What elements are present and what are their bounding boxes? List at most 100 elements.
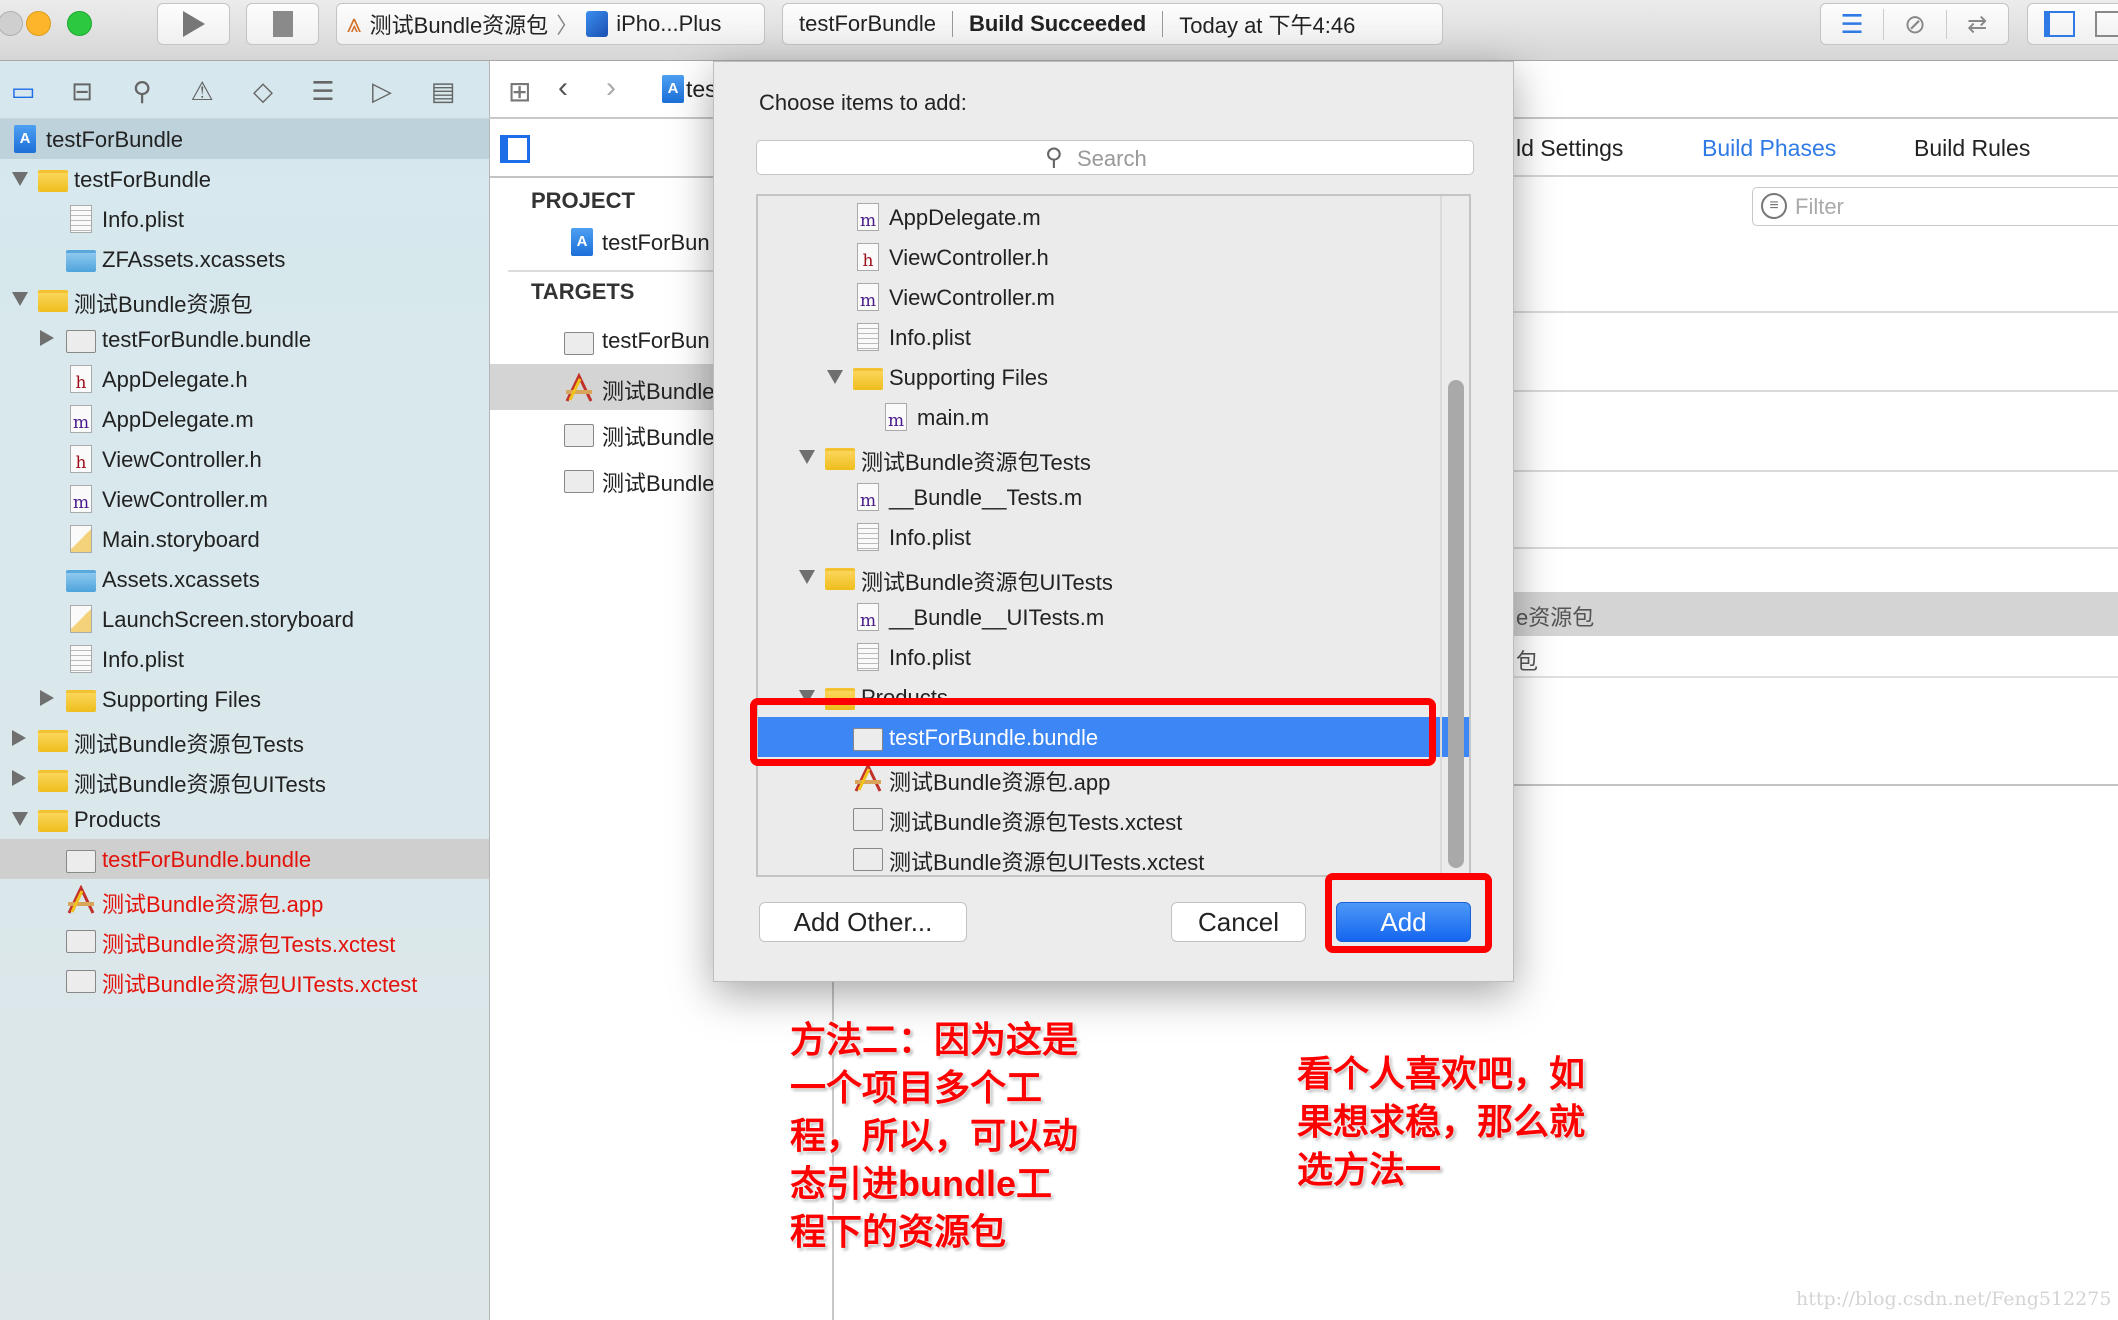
- show-targets-list-icon[interactable]: [500, 135, 530, 163]
- disclosure-expanded-icon[interactable]: [12, 292, 28, 306]
- sidebar-tree-item[interactable]: 测试Bundle资源包Tests: [0, 719, 489, 759]
- standard-editor-icon[interactable]: ☰: [1821, 9, 1883, 40]
- tab-build-phases[interactable]: Build Phases: [1702, 135, 1836, 162]
- assistant-editor-icon[interactable]: ⊘: [1883, 8, 1945, 40]
- dialog-list-item[interactable]: Supporting Files: [758, 357, 1469, 397]
- item-label: 测试Bundle资源包UITests.xctest: [889, 850, 1205, 875]
- hierarchy-icon[interactable]: ⊟: [67, 76, 97, 106]
- tab-build-rules[interactable]: Build Rules: [1914, 135, 2030, 162]
- sidebar-tree-item[interactable]: testForBundle.bundle: [0, 839, 489, 879]
- phase-row-label: 包: [1516, 649, 1539, 674]
- sidebar-tree-item[interactable]: Supporting Files: [0, 679, 489, 719]
- scheme-selector[interactable]: ⩓ 测试Bundle资源包 〉 iPho...Plus: [336, 3, 765, 45]
- annotation-line: 选方法一: [1297, 1149, 1442, 1190]
- disclosure-collapsed-icon[interactable]: [12, 770, 26, 786]
- close-window-button[interactable]: [0, 11, 23, 36]
- scrollbar-thumb[interactable]: [1448, 380, 1464, 868]
- divider: [1514, 470, 2118, 472]
- disclosure-expanded-icon[interactable]: [827, 370, 843, 384]
- project-item[interactable]: testForBun: [602, 230, 710, 256]
- disclosure-collapsed-icon[interactable]: [40, 330, 54, 346]
- dialog-list-item[interactable]: 测试Bundle资源包UITests: [758, 557, 1469, 597]
- sidebar-tree-item[interactable]: Assets.xcassets: [0, 559, 489, 599]
- xcassets-icon: [66, 245, 96, 273]
- disclosure-collapsed-icon[interactable]: [40, 690, 54, 706]
- run-button[interactable]: [157, 3, 230, 45]
- sidebar-tree-item[interactable]: h ViewController.h: [0, 439, 489, 479]
- folder-icon[interactable]: ▭: [8, 76, 38, 106]
- sidebar-tree-item[interactable]: 测试Bundle资源包Tests.xctest: [0, 919, 489, 959]
- sidebar-tree-item[interactable]: 测试Bundle资源包.app: [0, 879, 489, 919]
- forward-icon[interactable]: ›: [606, 71, 616, 105]
- debug-area-toggle-icon[interactable]: [2095, 11, 2118, 37]
- sidebar-tree-item[interactable]: ZFAssets.xcassets: [0, 239, 489, 279]
- sidebar-tree-item[interactable]: AtestForBundle: [0, 119, 489, 159]
- disclosure-expanded-icon[interactable]: [12, 812, 28, 826]
- sidebar-tree-item[interactable]: Main.storyboard: [0, 519, 489, 559]
- item-label: LaunchScreen.storyboard: [102, 607, 354, 632]
- back-icon[interactable]: ‹: [558, 71, 568, 105]
- disclosure-collapsed-icon[interactable]: [12, 730, 26, 746]
- search-input[interactable]: ⚲ Search: [756, 140, 1474, 175]
- sidebar-tree-item[interactable]: 测试Bundle资源包: [0, 279, 489, 319]
- sidebar-tree-item[interactable]: m ViewController.m: [0, 479, 489, 519]
- cancel-button[interactable]: Cancel: [1171, 902, 1306, 942]
- dialog-list-item[interactable]: 测试Bundle资源包UITests.xctest: [758, 837, 1469, 875]
- filter-field[interactable]: ≡ Filter: [1752, 187, 2118, 226]
- phase-row[interactable]: 包: [1514, 638, 2118, 678]
- item-label: __Bundle__UITests.m: [889, 605, 1105, 630]
- sidebar-tree-item[interactable]: Info.plist: [0, 199, 489, 239]
- test-diamond-icon[interactable]: ◇: [248, 76, 278, 106]
- dialog-list-item[interactable]: m __Bundle__UITests.m: [758, 597, 1469, 637]
- report-icon[interactable]: ▤: [428, 76, 458, 106]
- version-editor-icon[interactable]: ⇄: [1945, 9, 2008, 39]
- dialog-list-item[interactable]: Info.plist: [758, 517, 1469, 557]
- chevron-right-icon: 〉: [556, 13, 579, 38]
- sidebar-tree-item[interactable]: Info.plist: [0, 639, 489, 679]
- item-label: 测试Bundle资源包.app: [102, 892, 324, 917]
- dialog-list-item[interactable]: 测试Bundle资源包Tests.xctest: [758, 797, 1469, 837]
- annotation-left: 方法二：因为这是 一个项目多个工 程，所以，可以动 态引进bundle工 程下的…: [790, 1016, 1078, 1256]
- disclosure-expanded-icon[interactable]: [799, 450, 815, 464]
- sidebar-tree-item[interactable]: testForBundle.bundle: [0, 319, 489, 359]
- search-icon[interactable]: ⚲: [127, 76, 157, 106]
- minimize-window-button[interactable]: [26, 11, 51, 36]
- activity-status: testForBundle Build Succeeded Today at 下…: [782, 3, 1443, 45]
- disclosure-expanded-icon[interactable]: [12, 172, 28, 186]
- sidebar-tree-item[interactable]: 测试Bundle资源包UITests: [0, 759, 489, 799]
- annotation-line: 一个项目多个工: [790, 1067, 1043, 1108]
- warning-icon[interactable]: ⚠: [187, 76, 217, 106]
- dialog-list-item[interactable]: m main.m: [758, 397, 1469, 437]
- dialog-list-item[interactable]: Info.plist: [758, 637, 1469, 677]
- targets-header: TARGETS: [531, 279, 635, 304]
- item-label: 测试Bundle资源包Tests.xctest: [102, 932, 396, 957]
- dialog-list-item[interactable]: Info.plist: [758, 317, 1469, 357]
- sidebar-tree-item[interactable]: testForBundle: [0, 159, 489, 199]
- item-label: AppDelegate.h: [102, 367, 248, 392]
- divider: [1514, 390, 2118, 392]
- sidebar-tree-item[interactable]: 测试Bundle资源包UITests.xctest: [0, 959, 489, 999]
- sidebar-tree-item[interactable]: m AppDelegate.m: [0, 399, 489, 439]
- dialog-list-item[interactable]: h ViewController.h: [758, 237, 1469, 277]
- phase-row-selected[interactable]: e资源包: [1514, 592, 2118, 636]
- tab-build-settings[interactable]: ld Settings: [1516, 135, 1623, 162]
- navigator-toggle-icon[interactable]: [2044, 11, 2076, 37]
- dialog-list-item[interactable]: m ViewController.m: [758, 277, 1469, 317]
- breakpoint-icon[interactable]: ▷: [367, 76, 397, 106]
- target-label: 测试Bundle: [602, 425, 715, 450]
- sidebar-tree-item[interactable]: LaunchScreen.storyboard: [0, 599, 489, 639]
- sidebar-tree-item[interactable]: Products: [0, 799, 489, 839]
- zoom-window-button[interactable]: [67, 11, 92, 36]
- dialog-list-item[interactable]: m __Bundle__Tests.m: [758, 477, 1469, 517]
- item-label: testForBundle.bundle: [102, 847, 312, 872]
- dialog-list-item[interactable]: 测试Bundle资源包Tests: [758, 437, 1469, 477]
- target-label: 测试Bundle: [602, 379, 715, 404]
- related-items-icon[interactable]: ⊞: [508, 75, 531, 108]
- disclosure-expanded-icon[interactable]: [799, 570, 815, 584]
- watermark: http://blog.csdn.net/Feng512275: [1796, 1288, 2112, 1310]
- stop-button[interactable]: [246, 3, 319, 45]
- debug-list-icon[interactable]: ☰: [308, 76, 338, 106]
- dialog-list-item[interactable]: m AppDelegate.m: [758, 197, 1469, 237]
- add-other-button[interactable]: Add Other...: [759, 902, 967, 942]
- sidebar-tree-item[interactable]: h AppDelegate.h: [0, 359, 489, 399]
